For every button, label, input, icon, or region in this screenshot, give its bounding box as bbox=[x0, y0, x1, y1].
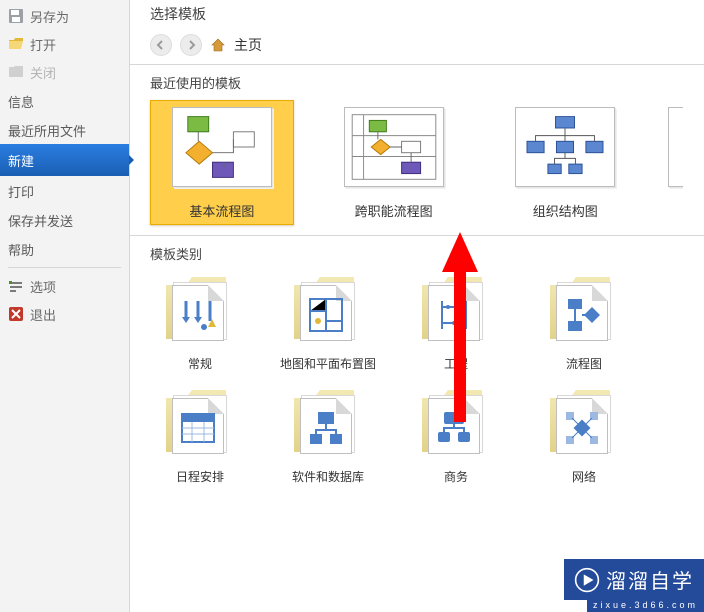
sidebar-info[interactable]: 信息 bbox=[0, 86, 129, 115]
arrow-left-icon bbox=[156, 40, 166, 50]
categories-row-2: 日程安排 软件和数据库 商务 bbox=[130, 382, 704, 495]
sidebar-help[interactable]: 帮助 bbox=[0, 234, 129, 263]
template-thumb bbox=[515, 107, 615, 187]
arrow-right-icon bbox=[186, 40, 196, 50]
categories-row-1: 常规 地图和平面布置图 工程 bbox=[130, 269, 704, 382]
template-thumb bbox=[344, 107, 444, 187]
category-label: 地图和平面布置图 bbox=[280, 355, 376, 372]
sidebar-item-label: 选项 bbox=[30, 277, 56, 296]
choose-template-heading: 选择模板 bbox=[130, 0, 704, 28]
sidebar-item-label: 新建 bbox=[8, 151, 34, 170]
category-network[interactable]: 网络 bbox=[520, 384, 648, 491]
template-cross-functional[interactable]: 跨职能流程图 bbox=[322, 100, 466, 225]
backstage-sidebar: 另存为 打开 关闭 信息 最近所用文件 新建 打印 保存并发送 帮助 选项 bbox=[0, 0, 130, 612]
sidebar-new[interactable]: 新建 bbox=[0, 144, 129, 176]
category-maps-floorplans[interactable]: 地图和平面布置图 bbox=[264, 271, 392, 378]
category-business[interactable]: 商务 bbox=[392, 384, 520, 491]
watermark-text: 溜溜自学 bbox=[606, 565, 694, 594]
play-logo-icon bbox=[574, 567, 600, 593]
category-label: 软件和数据库 bbox=[292, 468, 364, 485]
sidebar-item-label: 另存为 bbox=[30, 7, 69, 26]
category-schedule[interactable]: 日程安排 bbox=[136, 384, 264, 491]
sidebar-exit[interactable]: 退出 bbox=[0, 300, 129, 328]
template-categories-heading: 模板类别 bbox=[130, 236, 704, 269]
sidebar-open[interactable]: 打开 bbox=[0, 30, 129, 58]
template-org-chart[interactable]: 组织结构图 bbox=[493, 100, 637, 225]
recent-templates-row: 基本流程图 跨职能流程图 bbox=[130, 98, 704, 235]
sidebar-close-doc[interactable]: 关闭 bbox=[0, 58, 129, 86]
category-engineering[interactable]: 工程 bbox=[392, 271, 520, 378]
save-as-icon bbox=[8, 8, 24, 24]
breadcrumb-home[interactable]: 主页 bbox=[234, 35, 262, 55]
sidebar-item-label: 退出 bbox=[30, 305, 56, 324]
sidebar-item-label: 打开 bbox=[30, 35, 56, 54]
category-label: 常规 bbox=[188, 355, 212, 372]
watermark-url: zixue.3d66.com bbox=[587, 600, 704, 612]
category-label: 流程图 bbox=[566, 355, 602, 372]
folder-close-icon bbox=[8, 64, 24, 80]
folder-open-icon bbox=[8, 36, 24, 52]
nav-forward-button[interactable] bbox=[180, 34, 202, 56]
watermark-badge: 溜溜自学 bbox=[564, 559, 704, 600]
category-label: 日程安排 bbox=[176, 468, 224, 485]
main-panel: 选择模板 主页 最近使用的模板 bbox=[130, 0, 704, 612]
category-software-db[interactable]: 软件和数据库 bbox=[264, 384, 392, 491]
category-label: 商务 bbox=[444, 468, 468, 485]
sidebar-item-label: 关闭 bbox=[30, 63, 56, 82]
home-icon[interactable] bbox=[210, 37, 226, 53]
template-label: 跨职能流程图 bbox=[355, 201, 433, 220]
sidebar-print[interactable]: 打印 bbox=[0, 176, 129, 205]
category-flowchart[interactable]: 流程图 bbox=[520, 271, 648, 378]
template-basic-flowchart[interactable]: 基本流程图 bbox=[150, 100, 294, 225]
category-label: 网络 bbox=[572, 468, 596, 485]
exit-icon bbox=[8, 306, 24, 322]
template-thumb bbox=[172, 107, 272, 187]
options-icon bbox=[8, 278, 24, 294]
sidebar-save-as[interactable]: 另存为 bbox=[0, 2, 129, 30]
sidebar-recent-files[interactable]: 最近所用文件 bbox=[0, 115, 129, 144]
nav-back-button[interactable] bbox=[150, 34, 172, 56]
template-label: 组织结构图 bbox=[533, 201, 598, 220]
template-breadcrumb-nav: 主页 bbox=[130, 28, 704, 64]
template-partial[interactable] bbox=[665, 100, 684, 225]
category-label: 工程 bbox=[444, 355, 468, 372]
category-general[interactable]: 常规 bbox=[136, 271, 264, 378]
recent-templates-heading: 最近使用的模板 bbox=[130, 65, 704, 98]
template-label: 基本流程图 bbox=[189, 201, 254, 220]
sidebar-save-send[interactable]: 保存并发送 bbox=[0, 205, 129, 234]
sidebar-options[interactable]: 选项 bbox=[0, 272, 129, 300]
